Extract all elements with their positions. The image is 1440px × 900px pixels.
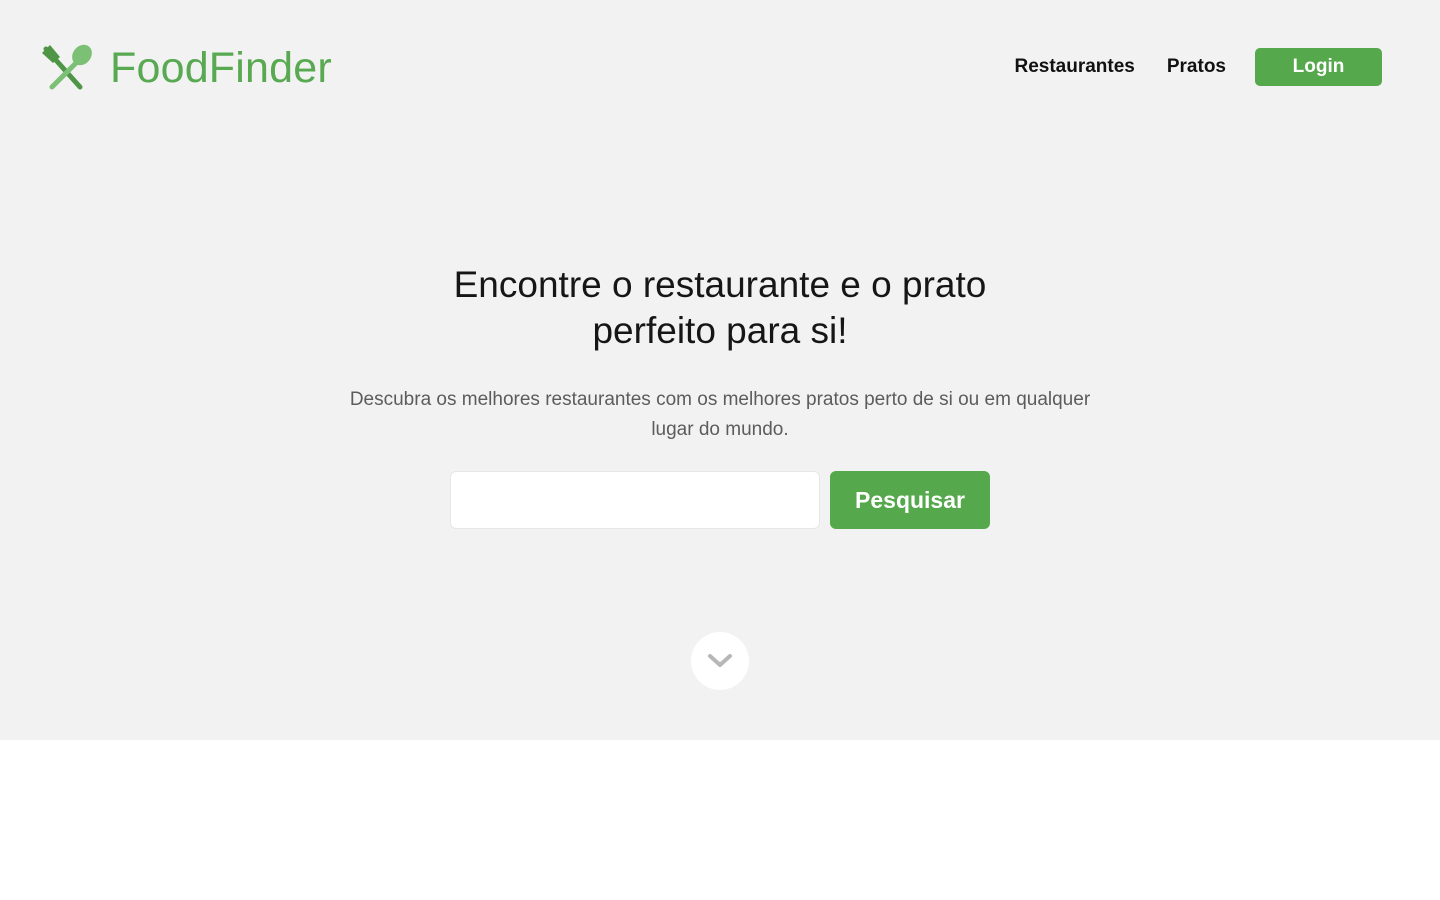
hero-title-wrapper: Encontre o restaurante e o prato perfeit… (0, 262, 1440, 354)
search-bar: Pesquisar (450, 471, 990, 529)
hero-title: Encontre o restaurante e o prato perfeit… (453, 264, 987, 351)
hero-section: FoodFinder Restaurantes Pratos Login Enc… (0, 0, 1440, 740)
brand-name: FoodFinder (110, 44, 332, 92)
nav-link-restaurantes[interactable]: Restaurantes (1014, 56, 1134, 78)
scroll-down-button[interactable] (691, 632, 749, 690)
hero-subtitle: Descubra os melhores restaurantes com os… (349, 389, 1091, 440)
nav-link-pratos[interactable]: Pratos (1167, 56, 1226, 78)
main-nav: Restaurantes Pratos Login (1014, 48, 1382, 86)
chevron-down-icon (708, 654, 732, 667)
fork-spoon-icon (42, 44, 92, 90)
search-button[interactable]: Pesquisar (830, 471, 990, 529)
hero-subtitle-wrapper: Descubra os melhores restaurantes com os… (0, 385, 1440, 445)
brand-logo[interactable]: FoodFinder (40, 40, 332, 96)
search-input[interactable] (450, 471, 820, 529)
login-button[interactable]: Login (1255, 48, 1382, 86)
